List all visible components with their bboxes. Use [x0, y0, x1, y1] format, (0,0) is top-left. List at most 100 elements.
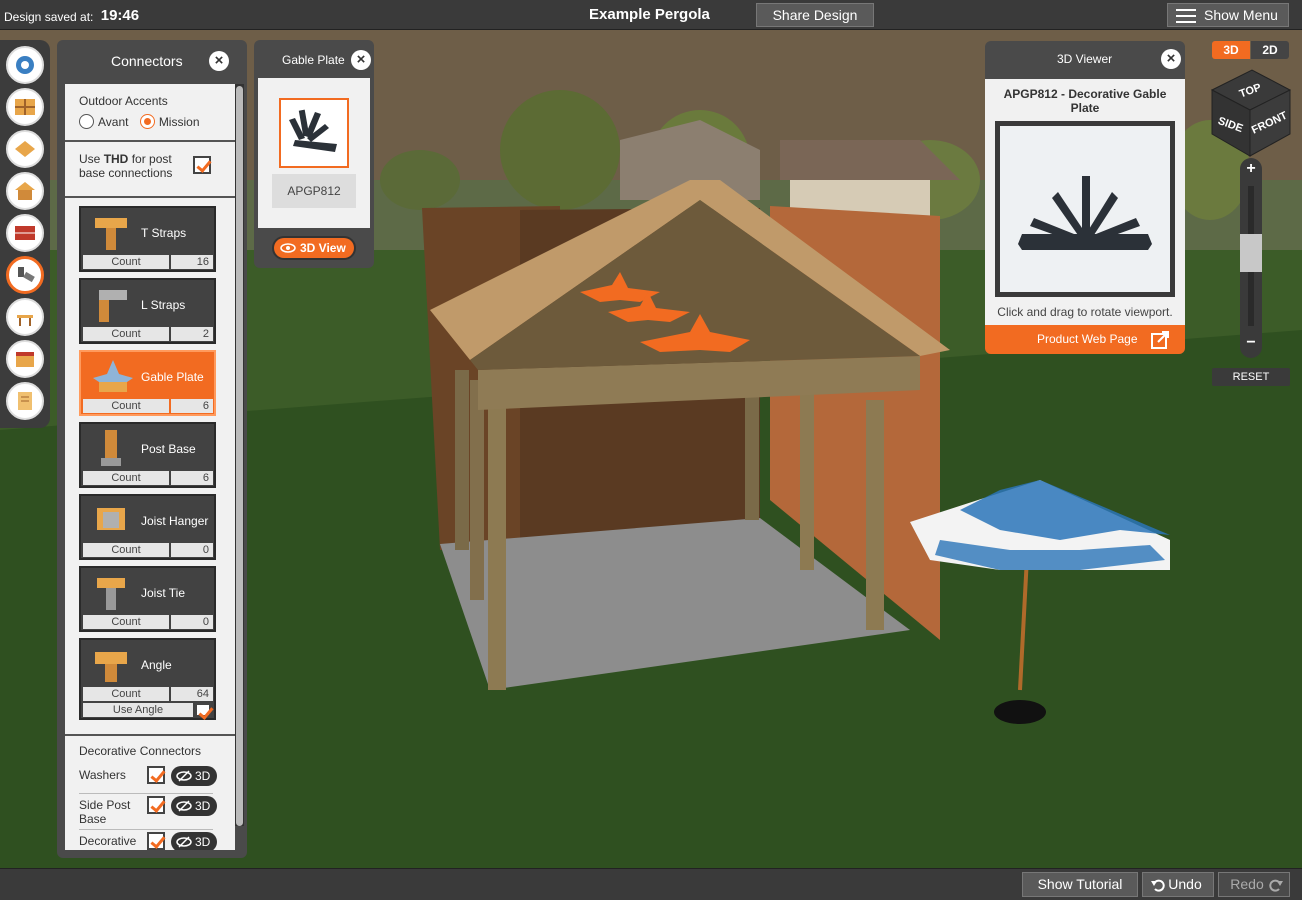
document-icon — [18, 392, 32, 410]
connector-icon — [18, 267, 35, 283]
connector-item-t-straps[interactable]: T Straps Count 16 — [79, 206, 216, 272]
count-value: 6 — [171, 399, 213, 413]
avant-label: Avant — [98, 114, 129, 129]
eye-off-icon — [176, 800, 192, 812]
side-post-base-3d-toggle[interactable]: 3D — [171, 796, 217, 816]
framing-tool[interactable] — [6, 88, 44, 126]
zoom-out-button[interactable]: − — [1240, 334, 1262, 352]
eye-off-icon — [176, 770, 192, 782]
count-label: Count — [83, 687, 169, 701]
structure-tool[interactable] — [6, 172, 44, 210]
use-thd-checkbox[interactable] — [193, 156, 211, 174]
connector-item-joist-hanger[interactable]: Joist Hanger Count 0 — [79, 494, 216, 560]
decorative-name: Decorative — [79, 834, 137, 848]
2d-mode-button[interactable]: 2D — [1251, 41, 1289, 59]
connector-item-gable-plate[interactable]: Gable Plate Count 6 — [79, 350, 216, 416]
3d-viewer-panel: 3D Viewer × APGP812 - Decorative Gable P… — [985, 41, 1185, 354]
decorative-checkbox[interactable] — [147, 832, 165, 850]
gable-plate-product-icon — [289, 109, 337, 152]
item-name: Gable Plate — [141, 370, 204, 384]
settings-tool[interactable] — [6, 46, 44, 84]
furniture-icon — [17, 315, 33, 326]
avant-radio[interactable] — [79, 114, 94, 130]
mission-radio[interactable] — [139, 114, 155, 130]
item-name: Joist Tie — [141, 586, 186, 600]
gable-plate-panel: Gable Plate × APGP812 3D View — [254, 40, 374, 268]
brick-icon — [15, 226, 35, 240]
item-name: Joist Hanger — [141, 514, 209, 528]
materials-tool[interactable] — [6, 214, 44, 252]
redo-icon — [1269, 879, 1283, 892]
count-value: 6 — [171, 471, 213, 485]
side-post-base-checkbox[interactable] — [147, 796, 165, 814]
gable-plate-icon — [93, 360, 133, 392]
count-label: Count — [83, 615, 169, 629]
view-cube[interactable]: TOP SIDE FRONT — [1208, 68, 1294, 158]
store-tool[interactable] — [6, 340, 44, 378]
connectors-panel: Connectors × Outdoor Accents Avant Missi… — [57, 40, 247, 858]
view-3d-label: 3D — [195, 769, 211, 783]
decorative-row-decorative: Decorative 3D — [79, 830, 217, 850]
product-web-page-button[interactable]: Product Web Page — [985, 325, 1185, 354]
zoom-thumb[interactable] — [1240, 234, 1262, 272]
count-label: Count — [83, 543, 169, 557]
web-page-label: Product Web Page — [1037, 332, 1138, 346]
3d-mode-button[interactable]: 3D — [1212, 41, 1250, 59]
decorative-name: Side Post Base — [79, 798, 131, 826]
washers-3d-toggle[interactable]: 3D — [171, 766, 217, 786]
gable-plate-thumbnail[interactable] — [279, 98, 349, 168]
decorative-row-washers: Washers 3D — [79, 764, 217, 794]
3d-view-button[interactable]: 3D View — [274, 238, 354, 258]
connector-item-joist-tie[interactable]: Joist Tie Count 0 — [79, 566, 216, 632]
item-name: Angle — [141, 658, 172, 672]
connectors-tool[interactable] — [6, 256, 44, 294]
lumber-tool[interactable] — [6, 130, 44, 168]
eye-icon — [280, 243, 296, 253]
connector-item-l-straps[interactable]: L Straps Count 2 — [79, 278, 216, 344]
close-connectors-button[interactable]: × — [209, 51, 229, 71]
item-name: T Straps — [141, 226, 187, 240]
external-link-icon — [1151, 331, 1169, 349]
connector-item-post-base[interactable]: Post Base Count 6 — [79, 422, 216, 488]
decorative-3d-toggle[interactable]: 3D — [171, 832, 217, 850]
hamburger-icon — [1176, 9, 1196, 23]
zoom-slider[interactable]: + − — [1240, 158, 1262, 358]
undo-icon — [1151, 879, 1165, 892]
product-title: APGP812 - Decorative Gable Plate — [1003, 87, 1167, 115]
l-strap-icon — [99, 290, 127, 322]
show-tutorial-button[interactable]: Show Tutorial — [1022, 872, 1138, 897]
close-icon: × — [214, 52, 224, 69]
connectors-scrollbar[interactable] — [235, 84, 244, 826]
furniture-tool[interactable] — [6, 298, 44, 336]
decorative-row-side-post-base: Side Post Base 3D — [79, 794, 217, 830]
use-angle-checkbox[interactable] — [195, 703, 211, 717]
close-gable-plate-button[interactable]: × — [351, 50, 371, 70]
product-code: APGP812 — [272, 174, 356, 208]
count-value: 64 — [171, 687, 213, 701]
house-icon — [15, 182, 35, 200]
reset-view-button[interactable]: RESET — [1212, 368, 1290, 386]
share-design-button[interactable]: Share Design — [756, 3, 874, 27]
undo-button[interactable]: Undo — [1142, 872, 1214, 897]
view-3d-label: 3D — [195, 835, 211, 849]
outdoor-accents-label: Outdoor Accents — [79, 94, 168, 108]
decorative-connectors: Decorative Connectors Washers 3D Side Po… — [65, 734, 235, 850]
connector-item-angle[interactable]: Angle Count 64 Use Angle — [79, 638, 216, 720]
report-tool[interactable] — [6, 382, 44, 420]
close-icon: × — [356, 51, 366, 68]
connectors-list: Outdoor Accents Avant Mission Use THD fo… — [65, 84, 235, 850]
close-viewer-button[interactable]: × — [1161, 49, 1181, 69]
zoom-in-button[interactable]: + — [1240, 160, 1262, 178]
tool-sidebar — [0, 40, 50, 428]
count-label: Count — [83, 399, 169, 413]
product-3d-preview[interactable] — [995, 121, 1175, 297]
3d-view-label: 3D View — [300, 241, 346, 255]
item-name: L Straps — [141, 298, 186, 312]
show-menu-button[interactable]: Show Menu — [1167, 3, 1289, 27]
gable-plate-title: Gable Plate — [282, 53, 345, 67]
redo-button[interactable]: Redo — [1218, 872, 1290, 897]
design-title: Example Pergola — [589, 6, 710, 23]
washers-checkbox[interactable] — [147, 766, 165, 784]
top-bar: Design saved at: 19:46 Example Pergola S… — [0, 0, 1302, 30]
angle-icon — [95, 652, 127, 682]
